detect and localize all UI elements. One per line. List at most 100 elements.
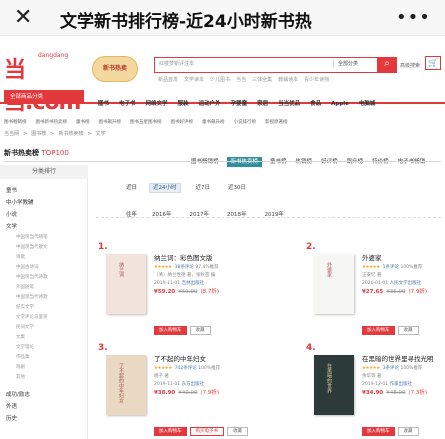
sidebar-item[interactable]: 文学 <box>6 221 88 233</box>
subnav-item[interactable]: 童书榜 <box>76 120 90 125</box>
favorite-button[interactable]: 收藏 <box>227 427 248 436</box>
sidebar-item[interactable]: 纪实文学 <box>6 303 88 313</box>
nav-item[interactable]: 图书 <box>98 101 109 107</box>
breadcrumb-link[interactable]: 图书榜 <box>31 131 46 137</box>
filter-option[interactable]: 近30日 <box>225 184 249 192</box>
hot-word-link[interactable]: 少儿图书 <box>210 77 230 83</box>
nav-item[interactable]: 当当优品 <box>278 101 300 107</box>
hot-word-link[interactable]: 文学读本 <box>184 77 204 83</box>
book-title[interactable]: 了不起的中年妇女 <box>154 353 266 363</box>
subnav-item[interactable]: 小说排行榜 <box>234 120 257 125</box>
nav-item[interactable]: 电脑城 <box>359 101 376 107</box>
sidebar-item[interactable]: 诗歌 <box>6 253 88 263</box>
sidebar-item[interactable]: 历史 <box>6 413 88 425</box>
subnav-item[interactable]: 影视原著榜 <box>265 120 288 125</box>
rank-tab[interactable]: 特价榜 <box>371 157 390 167</box>
book-author[interactable]: 杨子 著 <box>154 373 266 381</box>
nav-item[interactable]: Apple <box>331 101 349 107</box>
sidebar-item[interactable]: 中国现当代随笔 <box>6 233 88 243</box>
sidebar-item[interactable]: 外语 <box>6 401 88 413</box>
cart-icon[interactable]: 🛒 <box>425 56 441 70</box>
rank-tab[interactable]: 图书畅销榜 <box>190 157 220 167</box>
subnav-item[interactable]: 图书畅销榜 <box>4 120 27 125</box>
publisher[interactable]: 东方出版社 <box>182 382 205 387</box>
rank-tab[interactable]: 童书榜 <box>269 157 288 167</box>
rank-tab[interactable]: 飙升榜 <box>346 157 365 167</box>
add-to-cart-button[interactable]: 加入购物车 <box>362 427 395 436</box>
subnav-item[interactable]: 图书新书热卖榜 <box>36 120 68 125</box>
promo-badge[interactable]: 新书热卖 <box>92 56 138 82</box>
hot-word-link[interactable]: 新品首发 <box>158 77 178 83</box>
favorite-button[interactable]: 收藏 <box>397 326 419 335</box>
subnav-item[interactable]: 图书五星图书榜 <box>130 120 162 125</box>
subnav-item[interactable]: 图书好评榜 <box>171 120 194 125</box>
search-input[interactable]: 红楼梦新评注本 <box>159 60 194 67</box>
hot-word-link[interactable]: 青少年读物 <box>304 77 329 83</box>
sidebar-item[interactable]: 民间文学 <box>6 323 88 333</box>
sidebar-item[interactable]: 童书 <box>6 185 88 197</box>
more-menu-icon[interactable]: ••• <box>396 4 431 32</box>
rank-tab[interactable]: 新书热卖榜 <box>226 157 263 167</box>
sidebar-item[interactable]: 作品集 <box>6 353 88 363</box>
advanced-search-link[interactable]: 高级搜索 <box>400 62 420 69</box>
sidebar-item[interactable]: 文学评论与鉴赏 <box>6 313 88 323</box>
close-icon[interactable]: ✕ <box>14 4 32 32</box>
book-author[interactable]: 王安忆 著 <box>362 272 445 280</box>
search-icon[interactable]: ⌕ <box>377 56 397 73</box>
nav-item[interactable]: 家居 <box>257 101 268 107</box>
sidebar-item[interactable]: 中小学教辅 <box>6 197 88 209</box>
book-cover[interactable]: 外婆家 <box>314 254 354 314</box>
sidebar-item[interactable]: 外国随笔 <box>6 283 88 293</box>
sidebar-item[interactable]: 中国现当代散文 <box>6 243 88 253</box>
book-cover[interactable]: 了不起的中年妇女 <box>106 355 146 415</box>
sidebar-item[interactable]: 其他 <box>6 373 88 383</box>
all-categories-button[interactable]: 全部商品分类 <box>4 90 84 104</box>
filter-option[interactable]: 近7日 <box>193 184 214 192</box>
book-cover[interactable]: 纳兰词 <box>106 254 146 314</box>
publisher[interactable]: 作家出版社 <box>390 382 413 387</box>
review-count[interactable]: 38条评论 <box>175 265 196 270</box>
review-count[interactable]: 1条评论 <box>383 265 401 270</box>
review-count[interactable]: 742条评论 <box>175 366 199 371</box>
breadcrumb-link[interactable]: 文学 <box>96 131 106 137</box>
breadcrumb-link[interactable]: 新书热卖榜 <box>58 131 83 137</box>
buy-ebook-button[interactable]: 购买电子书 <box>189 427 224 436</box>
publisher[interactable]: 吉林出版社 <box>182 281 205 286</box>
sidebar-item[interactable]: 成功/励志 <box>6 389 88 401</box>
favorite-button[interactable]: 收藏 <box>189 326 211 335</box>
favorite-button[interactable]: 收藏 <box>397 427 419 436</box>
hot-word-link[interactable]: 三体全集 <box>252 77 272 83</box>
publisher[interactable]: 人民文学出版社 <box>390 281 422 286</box>
add-to-cart-button[interactable]: 加入购物车 <box>362 326 395 335</box>
site-logo[interactable]: 当当.com dangdang <box>4 52 88 115</box>
nav-item[interactable]: 服装 <box>178 101 189 107</box>
rank-tab[interactable]: 电子书畅销 <box>397 157 427 167</box>
review-count[interactable]: 3条评论 <box>383 366 401 371</box>
book-title[interactable]: 纳兰词：彩色图文版 <box>154 252 266 262</box>
hot-word-link[interactable]: 当当 <box>236 77 246 83</box>
sidebar-item[interactable]: 中国古诗词 <box>6 263 88 273</box>
sidebar-item[interactable]: 中国现当代诗歌 <box>6 273 88 283</box>
sidebar-item[interactable]: 中国现当代诗歌 <box>6 293 88 303</box>
book-title[interactable]: 在黑暗的世界里寻找光明 <box>362 353 445 363</box>
search-category-select[interactable]: 全部分类 <box>333 59 362 68</box>
hot-word-link[interactable]: 教辅读本 <box>278 77 298 83</box>
book-cover[interactable]: 在黑暗的世界 <box>314 355 354 415</box>
sidebar-item[interactable]: 文学理论 <box>6 343 88 353</box>
book-author[interactable]: 余华等 著 <box>362 373 445 381</box>
breadcrumb-link[interactable]: 当当网 <box>4 131 19 137</box>
filter-option[interactable]: 近24小时 <box>149 183 181 193</box>
nav-item[interactable]: 运动户外 <box>199 101 221 107</box>
add-to-cart-button[interactable]: 加入购物车 <box>154 427 187 436</box>
subnav-item[interactable]: 童书飙升榜 <box>202 120 225 125</box>
subnav-item[interactable]: 图书飙升榜 <box>99 120 122 125</box>
sidebar-item[interactable]: 戏剧 <box>6 363 88 373</box>
nav-item[interactable]: 电子书 <box>119 101 136 107</box>
nav-item[interactable]: 网络文学 <box>146 101 168 107</box>
rank-tab[interactable]: 热销榜 <box>295 157 314 167</box>
book-author[interactable]: （清）纳兰性德 著，张秋芸 编 <box>154 272 266 280</box>
add-to-cart-button[interactable]: 加入购物车 <box>154 326 187 335</box>
nav-item[interactable]: 食品 <box>310 101 321 107</box>
book-title[interactable]: 外婆家 <box>362 252 445 262</box>
rank-tab[interactable]: 好评榜 <box>320 157 339 167</box>
